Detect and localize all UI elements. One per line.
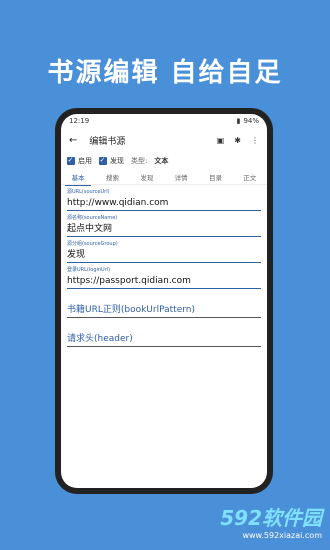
save-icon[interactable]: ▣ <box>217 136 225 145</box>
app-screen: 12:19 ▮ 94% ← 编辑书源 ▣ ✱ ⋮ 启用 发现 类型: 文本 基本 <box>61 114 267 488</box>
tab-bar: 基本 搜索 发现 详情 目录 正文 <box>61 170 267 186</box>
tab-toc[interactable]: 目录 <box>198 172 232 182</box>
field-label: 源分组(sourceGroup) <box>67 241 118 247</box>
enabled-checkbox[interactable] <box>67 156 75 165</box>
discover-label: 发现 <box>110 157 124 165</box>
tab-basic[interactable]: 基本 <box>61 172 95 186</box>
signal-icon: ▮ <box>236 117 241 125</box>
source-name-field[interactable]: 源名称(sourceName) 起点中文网 <box>67 215 261 237</box>
field-value[interactable]: 发现 <box>67 248 261 263</box>
field-label: 源URL(sourceUrl) <box>67 189 110 195</box>
field-placeholder[interactable]: 请求头(header) <box>67 332 261 347</box>
field-label: 源名称(sourceName) <box>67 215 118 221</box>
status-bar: 12:19 ▮ 94% <box>61 114 267 128</box>
debug-icon[interactable]: ✱ <box>234 136 241 145</box>
source-url-field[interactable]: 源URL(sourceUrl) http://www.qidian.com <box>67 189 261 211</box>
tab-content[interactable]: 正文 <box>233 172 267 182</box>
tab-discover[interactable]: 发现 <box>130 172 164 182</box>
watermark-brand: 592软件园 <box>220 506 322 530</box>
type-select[interactable]: 文本 <box>154 156 168 166</box>
type-label: 类型: <box>131 157 148 165</box>
watermark-url: www.592xiazai.com <box>242 531 322 540</box>
enabled-label: 启用 <box>78 157 92 165</box>
source-form: 源URL(sourceUrl) http://www.qidian.com 源名… <box>61 185 267 355</box>
login-url-field[interactable]: 登录URL(loginUrl) https://passport.qidian.… <box>67 267 261 289</box>
battery-text: 94% <box>243 117 259 125</box>
source-options-bar: 启用 发现 类型: 文本 <box>61 152 267 170</box>
field-value[interactable]: 起点中文网 <box>67 222 261 237</box>
top-app-bar: ← 编辑书源 ▣ ✱ ⋮ <box>61 128 267 152</box>
book-url-pattern-field[interactable]: 书籍URL正则(bookUrlPattern) <box>67 303 261 318</box>
watermark: 592软件园 www.592xiazai.com <box>220 502 322 540</box>
field-value[interactable]: http://www.qidian.com <box>67 196 261 211</box>
back-arrow-icon[interactable]: ← <box>69 135 77 146</box>
tab-detail[interactable]: 详情 <box>164 172 198 182</box>
header-field[interactable]: 请求头(header) <box>67 332 261 347</box>
field-label: 登录URL(loginUrl) <box>67 267 111 273</box>
field-value[interactable]: https://passport.qidian.com <box>67 274 261 289</box>
page-title: 编辑书源 <box>89 136 126 147</box>
tab-search[interactable]: 搜索 <box>95 172 129 182</box>
banner-title: 书源编辑 自给自足 <box>47 58 283 88</box>
field-placeholder[interactable]: 书籍URL正则(bookUrlPattern) <box>67 303 261 318</box>
status-time: 12:19 <box>69 117 90 125</box>
phone-frame: 12:19 ▮ 94% ← 编辑书源 ▣ ✱ ⋮ 启用 发现 类型: 文本 基本 <box>55 108 273 494</box>
discover-checkbox[interactable] <box>99 156 107 165</box>
source-group-field[interactable]: 源分组(sourceGroup) 发现 <box>67 241 261 263</box>
more-menu-icon[interactable]: ⋮ <box>251 136 259 145</box>
